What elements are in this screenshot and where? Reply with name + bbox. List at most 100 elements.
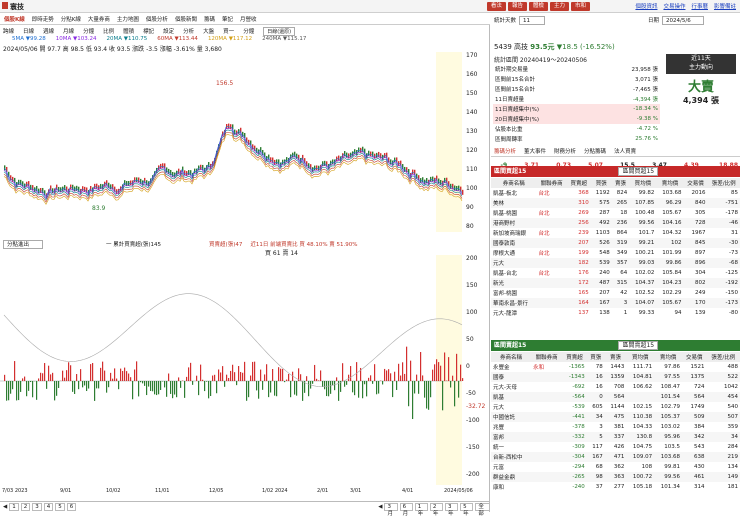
toolbar-day[interactable]: 日線 bbox=[23, 27, 34, 36]
report-button[interactable]: 報告 bbox=[508, 2, 527, 11]
column-header[interactable]: 賣均價 bbox=[654, 352, 682, 362]
market-button[interactable]: 市和 bbox=[571, 2, 590, 11]
sec-tab-chips[interactable]: 籌碼分析 bbox=[494, 147, 516, 156]
toolbar-analyze[interactable]: 分析 bbox=[183, 27, 194, 36]
tab-main-map[interactable]: 主力地圖 bbox=[116, 15, 140, 23]
column-header[interactable]: 買張 bbox=[587, 352, 605, 362]
back-icon[interactable]: ◀ bbox=[378, 504, 382, 510]
broker-row[interactable]: 中國信託-44134475110.38105.37509507 bbox=[491, 412, 740, 422]
toolbar-mark[interactable]: 標記 bbox=[143, 27, 154, 36]
broker-row[interactable]: 國泰-1343161359104.8197.551375522 bbox=[491, 372, 740, 382]
range-all[interactable]: 全部 bbox=[475, 503, 490, 511]
broker-row[interactable]: 美林310575265107.8596.29840-751 bbox=[491, 198, 740, 208]
check-button[interactable]: 體檢 bbox=[529, 2, 548, 11]
tab-notes[interactable]: 筆記 bbox=[221, 15, 234, 23]
range-1y[interactable]: 1年 bbox=[415, 503, 428, 511]
view-button[interactable]: 看法 bbox=[487, 2, 506, 11]
column-header[interactable]: 券商名稱 bbox=[491, 352, 531, 362]
broker-row[interactable]: 新加坡商瑞銀台北2391103864101.7104.32196731 bbox=[491, 228, 740, 238]
sec-tab-branch[interactable]: 分點籌碼 bbox=[584, 147, 606, 156]
broker-row[interactable]: 華南永昌-景行1641673104.07105.67170-173 bbox=[491, 298, 740, 308]
broker-row[interactable]: 台新-西松中-304167471109.07103.68638219 bbox=[491, 452, 740, 462]
page-3[interactable]: 3 bbox=[32, 503, 42, 511]
toolbar-week[interactable]: 週線 bbox=[43, 27, 54, 36]
broker-row[interactable]: 新光172487315104.37104.23802-192 bbox=[491, 278, 740, 288]
column-header[interactable]: 買賣超 bbox=[562, 352, 587, 362]
column-header[interactable]: 交易價 bbox=[684, 178, 708, 188]
page-4[interactable]: 4 bbox=[44, 503, 54, 511]
toolbar-minute[interactable]: 分鐘 bbox=[83, 27, 94, 36]
page-1[interactable]: 1 bbox=[9, 503, 19, 511]
broker-row[interactable]: 凱基-5640564101.54564454 bbox=[491, 392, 740, 402]
column-header[interactable]: 關聯券商 bbox=[531, 352, 562, 362]
tab-kline[interactable]: 個股K線 bbox=[3, 15, 26, 23]
broker-row[interactable]: 凱基-板北台北368119282499.82103.68201685 bbox=[491, 188, 740, 198]
tab-news[interactable]: 個股新聞 bbox=[174, 15, 198, 23]
indicator-select[interactable]: 分點進出 bbox=[3, 240, 43, 249]
broker-row[interactable]: 永豐金永和-1365781443111.7197.861521488 bbox=[491, 362, 740, 372]
tab-revenue[interactable]: 月營收 bbox=[239, 15, 258, 23]
range-6m[interactable]: 6月 bbox=[400, 503, 413, 511]
column-header[interactable]: 交易價 bbox=[682, 352, 707, 362]
sec-tab-events[interactable]: 董大事件 bbox=[524, 147, 546, 156]
column-header[interactable]: 賣張 bbox=[605, 352, 627, 362]
broker-row[interactable]: 元大-5396051144102.15102.791749540 bbox=[491, 402, 740, 412]
toolbar-market[interactable]: 大盤 bbox=[203, 27, 214, 36]
net-buysell-chart[interactable] bbox=[0, 255, 475, 485]
date-input[interactable]: 2024/5/6 bbox=[662, 16, 704, 25]
sec-tab-finance[interactable]: 財務分析 bbox=[554, 147, 576, 156]
toolbar-volume[interactable]: 體積 bbox=[123, 27, 134, 36]
broker-row[interactable]: 港商野村25649223699.56104.16728-46 bbox=[491, 218, 740, 228]
broker-row[interactable]: 摩根大通台北199548349100.21101.99897-73 bbox=[491, 248, 740, 258]
column-header[interactable]: 買張 bbox=[591, 178, 612, 188]
column-header[interactable]: 買賣超 bbox=[567, 178, 591, 188]
range-3m[interactable]: 3月 bbox=[384, 503, 397, 511]
stock-info-link[interactable]: 個股資訊 bbox=[635, 2, 657, 10]
broker-row[interactable]: 元大-天母-69216708106.62108.477241042 bbox=[491, 382, 740, 392]
broker-row[interactable]: 統一-309117426104.75103.5543284 bbox=[491, 442, 740, 452]
column-header[interactable]: 張差/比例 bbox=[707, 178, 740, 188]
page-2[interactable]: 2 bbox=[21, 503, 31, 511]
price-chart[interactable] bbox=[0, 52, 475, 232]
broker-row[interactable]: 凱基-桃園台北26928718100.48105.67305-178 bbox=[491, 208, 740, 218]
toolbar-scale[interactable]: 比例 bbox=[103, 27, 114, 36]
column-header[interactable]: 關聯券商 bbox=[537, 178, 567, 188]
sec-tab-institution[interactable]: 法人買賣 bbox=[614, 147, 636, 156]
range-5y[interactable]: 5年 bbox=[460, 503, 473, 511]
toolbar-month[interactable]: 月線 bbox=[63, 27, 74, 36]
tab-analysis[interactable]: 個股分析 bbox=[145, 15, 169, 23]
column-header[interactable]: 賣張 bbox=[612, 178, 630, 188]
tab-realtime[interactable]: 即時走勢 bbox=[31, 15, 55, 23]
freq-select[interactable]: 日線(還原) bbox=[263, 27, 295, 36]
range-3y[interactable]: 3年 bbox=[445, 503, 458, 511]
broker-row[interactable]: 國泰敦南20752631999.21102845-30 bbox=[491, 238, 740, 248]
notes-link[interactable]: 影響備註 bbox=[714, 2, 736, 10]
broker-row[interactable]: 元富-2946836210899.81430134 bbox=[491, 462, 740, 472]
broker-row[interactable]: 群益金鼎-26598363100.7299.56461149 bbox=[491, 472, 740, 482]
sell-select[interactable]: 區間賣超15 bbox=[618, 341, 658, 350]
trade-link[interactable]: 交易操作 bbox=[663, 2, 685, 10]
toolbar-crosshair[interactable]: 跨線 bbox=[3, 27, 14, 36]
broker-row[interactable]: 元大18253935799.0399.86896-68 bbox=[491, 258, 740, 268]
broker-row[interactable]: 兆豐-3783381104.33103.02384359 bbox=[491, 422, 740, 432]
tab-chips[interactable]: 籌碼 bbox=[203, 15, 216, 23]
column-header[interactable]: 買均價 bbox=[626, 352, 654, 362]
tab-branch-kline[interactable]: 分點K線 bbox=[60, 15, 82, 23]
range-2y[interactable]: 2年 bbox=[430, 503, 443, 511]
broker-row[interactable]: 康和-24037277105.18101.34314181 bbox=[491, 482, 740, 492]
broker-row[interactable]: 富邦-桃園16520742102.52102.29249-150 bbox=[491, 288, 740, 298]
prev-icon[interactable]: ◀ bbox=[3, 504, 7, 510]
main-force-button[interactable]: 主力 bbox=[550, 2, 569, 11]
broker-row[interactable]: 富邦-3325337130.895.9634234 bbox=[491, 432, 740, 442]
broker-row[interactable]: 元大-龍潭137138199.3394139-80 bbox=[491, 308, 740, 318]
column-header[interactable]: 賣均價 bbox=[656, 178, 683, 188]
days-select[interactable]: 11 bbox=[519, 16, 545, 25]
column-header[interactable]: 張差/比例 bbox=[707, 352, 740, 362]
calendar-link[interactable]: 行事曆 bbox=[691, 2, 708, 10]
toolbar-settings[interactable]: 設定 bbox=[163, 27, 174, 36]
column-header[interactable]: 買均價 bbox=[629, 178, 656, 188]
broker-row[interactable]: 凱基-台北台北17624064102.02105.84304-125 bbox=[491, 268, 740, 278]
toolbar-minute2[interactable]: 分鐘 bbox=[243, 27, 254, 36]
column-header[interactable]: 券商名稱 bbox=[491, 178, 537, 188]
page-6[interactable]: 6 bbox=[67, 503, 77, 511]
